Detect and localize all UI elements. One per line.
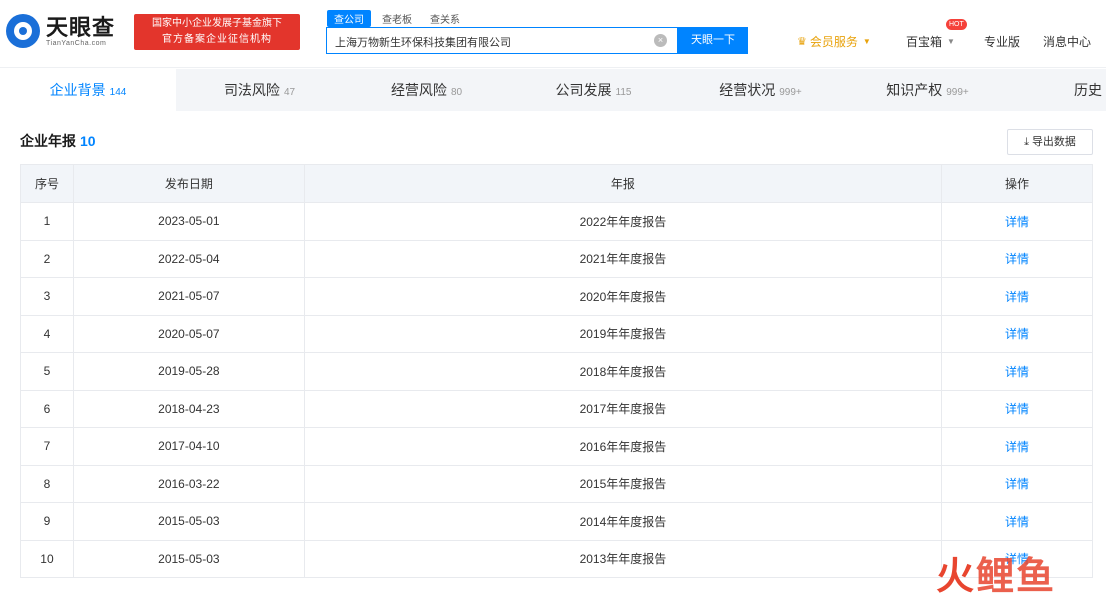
download-icon: ⤓ <box>1024 136 1029 148</box>
search-tab-relation[interactable]: 查关系 <box>423 10 467 27</box>
section-title: 企业年报 10 <box>20 133 96 149</box>
message-center-link[interactable]: 消息中心 <box>1043 33 1091 50</box>
search-input-value: 上海万物新生环保科技集团有限公司 <box>335 37 511 49</box>
detail-link[interactable]: 详情 <box>1005 515 1029 529</box>
table-row: 2 2022-05-04 2021年年度报告 详情 <box>20 239 1093 278</box>
toolbox-menu[interactable]: 百宝箱 ▼ <box>906 33 955 50</box>
vip-service-menu[interactable]: ♛ 会员服务 ▼ <box>797 33 871 50</box>
section-count: 10 <box>80 133 96 149</box>
pro-edition-link[interactable]: 专业版 <box>984 33 1020 50</box>
detail-link[interactable]: 详情 <box>1005 252 1029 266</box>
tab-operating-risk[interactable]: 经营风险 80 <box>343 69 510 111</box>
search-input[interactable]: 上海万物新生环保科技集团有限公司 × <box>326 27 678 54</box>
tab-company-background[interactable]: 企业背景 144 <box>0 69 176 111</box>
header-report: 年报 <box>303 164 943 203</box>
annual-report-table: 序号 发布日期 年报 操作 1 2023-05-01 2022年年度报告 详情 2 20… <box>20 164 1093 578</box>
clear-icon[interactable]: × <box>654 34 667 47</box>
header-action: 操作 <box>941 164 1093 203</box>
top-header: 天眼查 TianYanCha.com 国家中小企业发展子基金旗下 官方备案企业征… <box>0 0 1106 68</box>
logo-text: 天眼查 <box>46 14 116 40</box>
crown-icon: ♛ <box>797 36 807 48</box>
detail-link[interactable]: 详情 <box>1005 365 1029 379</box>
tab-intellectual-property[interactable]: 知识产权 999+ <box>844 69 1011 111</box>
export-data-button[interactable]: ⤓ 导出数据 <box>1007 129 1093 155</box>
header-index: 序号 <box>20 164 74 203</box>
table-header-row: 序号 发布日期 年报 操作 <box>20 164 1093 203</box>
detail-link[interactable]: 详情 <box>1005 440 1029 454</box>
table-row: 10 2015-05-03 2013年年度报告 详情 <box>20 539 1093 578</box>
logo-domain: TianYanCha.com <box>46 39 107 47</box>
table-row: 4 2020-05-07 2019年年度报告 详情 <box>20 314 1093 353</box>
search-tab-boss[interactable]: 查老板 <box>375 10 419 27</box>
gov-badge: 国家中小企业发展子基金旗下 官方备案企业征信机构 <box>134 14 300 50</box>
search-tab-company[interactable]: 查公司 <box>327 10 371 27</box>
chevron-down-icon: ▼ <box>947 37 955 46</box>
tab-operating-status[interactable]: 经营状况 999+ <box>677 69 844 111</box>
table-row: 7 2017-04-10 2016年年度报告 详情 <box>20 427 1093 466</box>
detail-link[interactable]: 详情 <box>1005 402 1029 416</box>
search-type-tabs: 查公司 查老板 查关系 <box>327 10 471 27</box>
table-row: 3 2021-05-07 2020年年度报告 详情 <box>20 277 1093 316</box>
detail-link[interactable]: 详情 <box>1005 327 1029 341</box>
site-logo[interactable]: 天眼查 TianYanCha.com <box>6 14 115 48</box>
tab-company-development[interactable]: 公司发展 115 <box>510 69 677 111</box>
tab-history[interactable]: 历史 <box>1011 69 1106 111</box>
dimension-tabs: 企业背景 144 司法风险 47 经营风险 80 公司发展 115 经营状况 999+ 知… <box>0 69 1106 111</box>
header-date: 发布日期 <box>72 164 305 203</box>
table-row: 9 2015-05-03 2014年年度报告 详情 <box>20 502 1093 541</box>
chevron-down-icon: ▼ <box>862 37 871 46</box>
table-row: 6 2018-04-23 2017年年度报告 详情 <box>20 389 1093 428</box>
table-row: 1 2023-05-01 2022年年度报告 详情 <box>20 202 1093 241</box>
hot-badge: HOT <box>946 19 967 30</box>
table-row: 8 2016-03-22 2015年年度报告 详情 <box>20 464 1093 503</box>
logo-eye-icon <box>6 14 40 48</box>
watermark-logo: 火鲤鱼 <box>936 556 1057 598</box>
search-button[interactable]: 天眼一下 <box>678 27 748 54</box>
table-row: 5 2019-05-28 2018年年度报告 详情 <box>20 352 1093 391</box>
tab-judicial-risk[interactable]: 司法风险 47 <box>176 69 343 111</box>
detail-link[interactable]: 详情 <box>1005 290 1029 304</box>
detail-link[interactable]: 详情 <box>1005 477 1029 491</box>
detail-link[interactable]: 详情 <box>1005 215 1029 229</box>
